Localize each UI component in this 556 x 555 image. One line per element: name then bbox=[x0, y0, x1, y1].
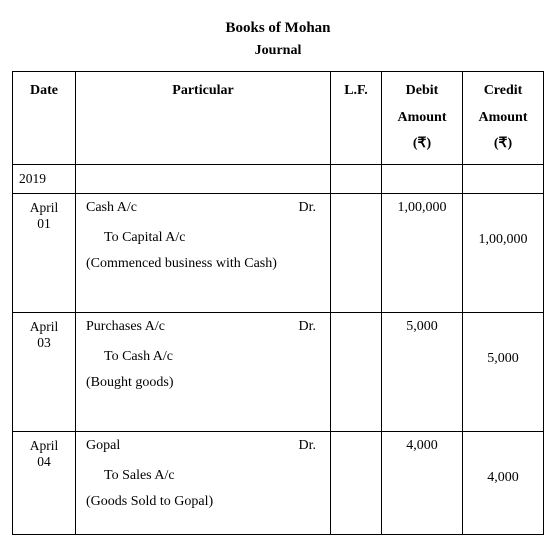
col-credit-l3: (₹) bbox=[494, 136, 512, 151]
col-credit-l1: Credit bbox=[484, 83, 523, 98]
journal-table: Date Particular L.F. Debit Amount (₹) Cr… bbox=[12, 71, 544, 535]
credit-amount: 1,00,000 bbox=[479, 232, 528, 247]
col-debit-l1: Debit bbox=[406, 83, 439, 98]
year-row: 2019 bbox=[13, 164, 544, 193]
dr-account: Gopal bbox=[86, 438, 120, 454]
narration: (Commenced business with Cash) bbox=[86, 256, 322, 272]
debit-amount: 4,000 bbox=[406, 438, 438, 453]
cr-account: To Sales A/c bbox=[86, 468, 322, 484]
dr-account: Cash A/c bbox=[86, 200, 137, 216]
entry-date-month: April bbox=[30, 438, 59, 453]
dr-mark: Dr. bbox=[299, 319, 323, 335]
cr-account: To Capital A/c bbox=[86, 230, 322, 246]
col-debit-l3: (₹) bbox=[413, 136, 431, 151]
entry-date-month: April bbox=[30, 319, 59, 334]
dr-mark: Dr. bbox=[299, 438, 323, 454]
journal-subtitle: Journal bbox=[12, 43, 544, 59]
table-row: April 04 Gopal Dr. To Sales A/c (Goods S… bbox=[13, 431, 544, 534]
header-row: Date Particular L.F. Debit Amount (₹) Cr… bbox=[13, 72, 544, 165]
entry-date-day: 04 bbox=[37, 454, 51, 469]
debit-amount: 5,000 bbox=[406, 319, 438, 334]
year-cell: 2019 bbox=[13, 164, 76, 193]
credit-amount: 5,000 bbox=[487, 351, 519, 366]
table-row: April 03 Purchases A/c Dr. To Cash A/c (… bbox=[13, 312, 544, 431]
dr-mark: Dr. bbox=[299, 200, 323, 216]
dr-account: Purchases A/c bbox=[86, 319, 165, 335]
narration: (Goods Sold to Gopal) bbox=[86, 494, 322, 510]
col-credit: Credit Amount (₹) bbox=[463, 72, 544, 165]
entry-date-month: April bbox=[30, 200, 59, 215]
book-title: Books of Mohan bbox=[12, 20, 544, 37]
col-date: Date bbox=[13, 72, 76, 165]
credit-amount: 4,000 bbox=[487, 470, 519, 485]
col-particular: Particular bbox=[76, 72, 331, 165]
col-debit: Debit Amount (₹) bbox=[382, 72, 463, 165]
entry-date-day: 01 bbox=[37, 216, 51, 231]
narration: (Bought goods) bbox=[86, 375, 322, 391]
col-debit-l2: Amount bbox=[397, 110, 446, 125]
table-row: April 01 Cash A/c Dr. To Capital A/c (Co… bbox=[13, 193, 544, 312]
debit-amount: 1,00,000 bbox=[398, 200, 447, 215]
col-lf: L.F. bbox=[331, 72, 382, 165]
cr-account: To Cash A/c bbox=[86, 349, 322, 365]
entry-date-day: 03 bbox=[37, 335, 51, 350]
col-credit-l2: Amount bbox=[478, 110, 527, 125]
